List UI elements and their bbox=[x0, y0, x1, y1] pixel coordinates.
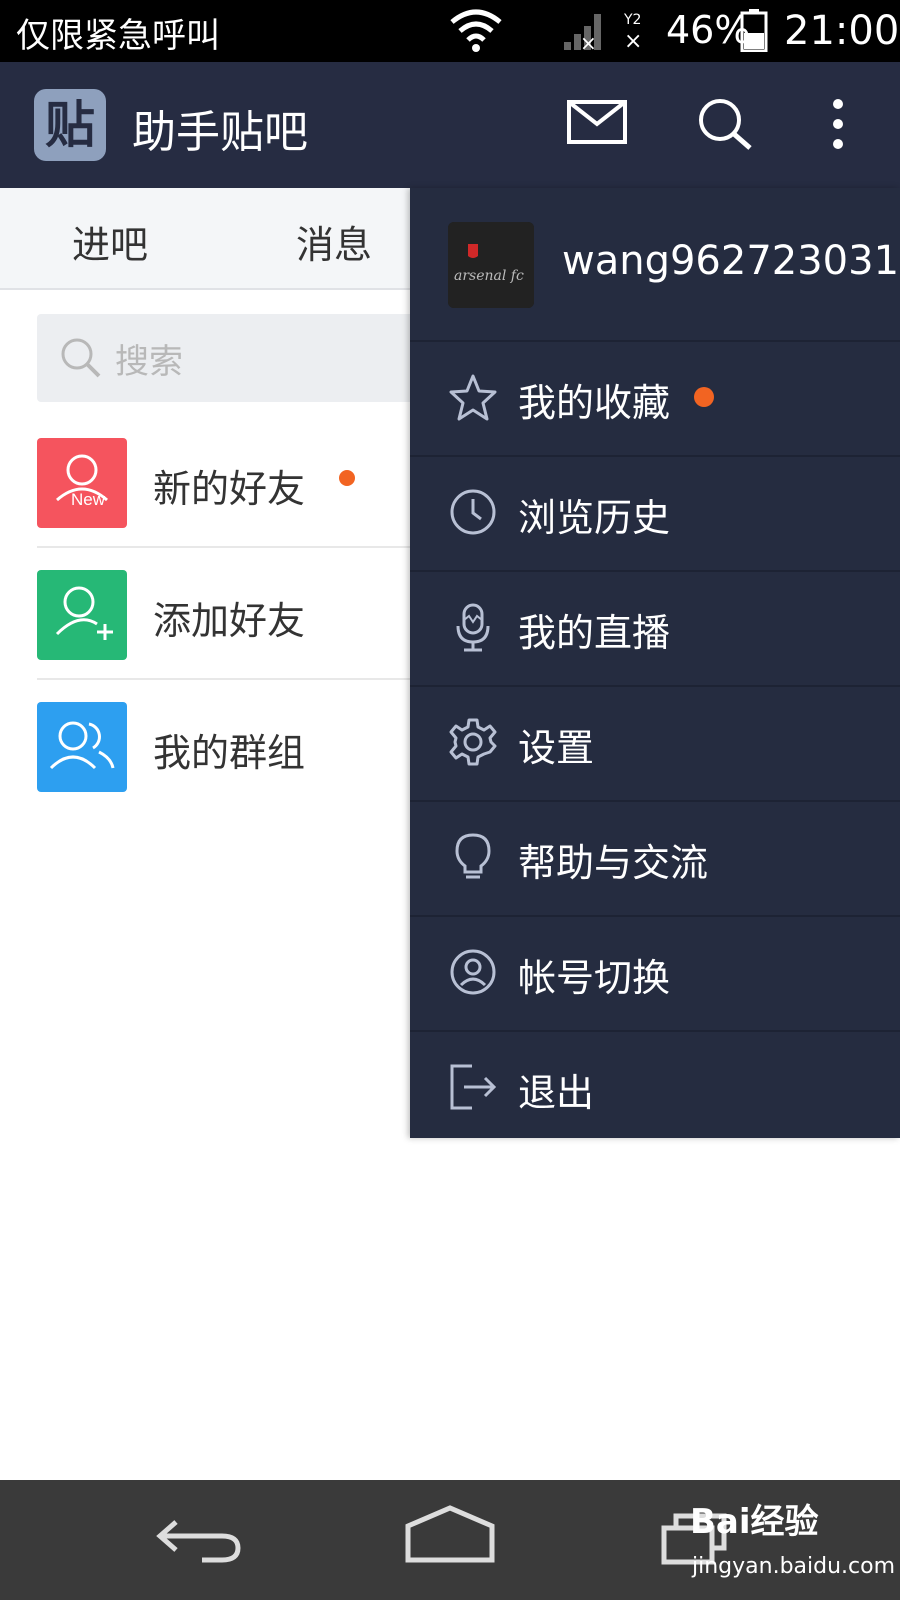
clock-icon bbox=[450, 489, 496, 535]
app-title: 助手贴吧 bbox=[132, 107, 308, 158]
search-placeholder: 搜索 bbox=[115, 342, 183, 382]
logout-icon bbox=[450, 1064, 497, 1110]
menu-item-live[interactable]: 我的直播 bbox=[410, 570, 900, 685]
add-friend-icon bbox=[37, 570, 127, 660]
svg-text:×: × bbox=[580, 31, 597, 52]
list-item-label: 添加好友 bbox=[153, 599, 306, 643]
user-circle-icon bbox=[450, 949, 496, 995]
menu-item-label: 帐号切换 bbox=[518, 956, 671, 1000]
username: wang962723031 bbox=[562, 238, 900, 284]
search-icon[interactable] bbox=[696, 96, 756, 152]
microphone-icon bbox=[456, 603, 490, 652]
sim-2-icon: Y2 × bbox=[623, 12, 642, 52]
watermark-brand: Bai经验 bbox=[690, 1502, 819, 1542]
list-item-label: 新的好友 bbox=[153, 467, 306, 511]
menu-item-label: 设置 bbox=[518, 726, 595, 770]
tab-bar: 进吧 消息 bbox=[0, 188, 410, 290]
menu-item-settings[interactable]: 设置 bbox=[410, 685, 900, 800]
menu-item-switch-account[interactable]: 帐号切换 bbox=[410, 915, 900, 1030]
menu-item-logout[interactable]: 退出 bbox=[410, 1030, 900, 1145]
gear-icon bbox=[449, 718, 497, 766]
avatar: arsenal fc bbox=[448, 222, 534, 308]
notification-dot bbox=[694, 387, 714, 407]
divider bbox=[37, 546, 417, 548]
star-icon bbox=[449, 374, 497, 421]
svg-text:×: × bbox=[624, 29, 642, 52]
list-item-new-friends[interactable]: New 新的好友 bbox=[37, 438, 417, 570]
new-badge-text: New bbox=[71, 490, 106, 509]
menu-item-label: 浏览历史 bbox=[518, 496, 671, 540]
tab-jinba[interactable]: 进吧 bbox=[72, 214, 148, 269]
menu-item-label: 我的直播 bbox=[518, 611, 671, 655]
search-field-icon bbox=[61, 338, 101, 378]
list-item-my-groups[interactable]: 我的群组 bbox=[37, 702, 417, 834]
svg-text:Y2: Y2 bbox=[623, 12, 641, 28]
menu-item-label: 我的收藏 bbox=[518, 381, 671, 425]
more-options-icon[interactable] bbox=[828, 96, 848, 152]
list-item-label: 我的群组 bbox=[153, 731, 306, 775]
tab-messages[interactable]: 消息 bbox=[296, 214, 372, 269]
divider bbox=[37, 678, 417, 680]
profile-header[interactable]: arsenal fc wang962723031 bbox=[410, 188, 900, 340]
battery-percentage: 46% bbox=[666, 8, 751, 52]
group-icon bbox=[37, 702, 127, 792]
battery-icon bbox=[740, 9, 768, 52]
home-icon[interactable] bbox=[404, 1504, 496, 1566]
back-icon[interactable] bbox=[156, 1512, 244, 1564]
search-input[interactable]: 搜索 bbox=[37, 314, 417, 402]
lightbulb-icon bbox=[455, 833, 491, 879]
menu-item-label: 退出 bbox=[518, 1071, 595, 1115]
side-drawer: arsenal fc wang962723031 我的收藏 浏览历史 我的直播 bbox=[410, 188, 900, 1138]
menu-item-help[interactable]: 帮助与交流 bbox=[410, 800, 900, 915]
menu-item-label: 帮助与交流 bbox=[518, 841, 709, 885]
menu-item-history[interactable]: 浏览历史 bbox=[410, 455, 900, 570]
avatar-text: arsenal fc bbox=[454, 268, 524, 284]
signal-icon: × bbox=[564, 14, 601, 52]
wifi-icon bbox=[450, 9, 502, 52]
new-friend-icon: New bbox=[37, 438, 127, 528]
status-bar: 仅限紧急呼叫 × Y2 × 46% 21:00 bbox=[0, 0, 900, 62]
carrier-text: 仅限紧急呼叫 bbox=[16, 16, 220, 56]
clock: 21:00 bbox=[784, 8, 900, 54]
list-item-add-friend[interactable]: 添加好友 bbox=[37, 570, 417, 702]
app-logo: 贴 bbox=[34, 89, 106, 161]
watermark-url: jingyan.baidu.com bbox=[692, 1554, 896, 1579]
menu-item-favorites[interactable]: 我的收藏 bbox=[410, 340, 900, 455]
mail-icon[interactable] bbox=[566, 99, 628, 145]
app-bar: 贴 助手贴吧 bbox=[0, 62, 900, 188]
system-nav-bar: Bai经验 jingyan.baidu.com bbox=[0, 1480, 900, 1600]
notification-dot bbox=[339, 470, 355, 486]
